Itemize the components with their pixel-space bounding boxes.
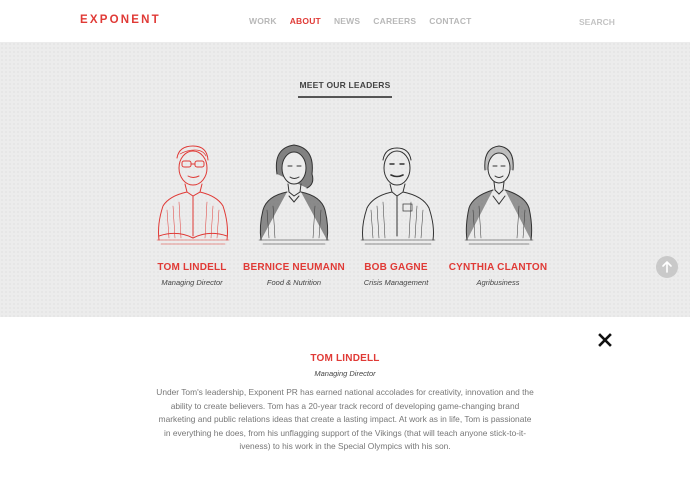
arrow-up-icon bbox=[662, 261, 672, 273]
nav-careers[interactable]: CAREERS bbox=[373, 16, 416, 26]
nav-contact[interactable]: CONTACT bbox=[429, 16, 471, 26]
leader-role: Agribusiness bbox=[476, 278, 520, 287]
leader-card-cynthia-clanton[interactable]: CYNTHIA CLANTON Agribusiness bbox=[438, 140, 558, 287]
portrait-tom-lindell bbox=[156, 145, 230, 245]
close-icon bbox=[598, 333, 612, 347]
site-header: EXPONENT WORK ABOUT NEWS CAREERS CONTACT… bbox=[0, 0, 690, 42]
section-title-underline bbox=[298, 96, 392, 98]
detail-bio: Under Tom's leadership, Exponent PR has … bbox=[156, 387, 534, 452]
nav-news[interactable]: NEWS bbox=[334, 16, 360, 26]
detail-role: Managing Director bbox=[314, 369, 376, 378]
portrait-cynthia-clanton bbox=[464, 145, 534, 245]
scroll-top-button[interactable] bbox=[656, 256, 678, 278]
section-title: MEET OUR LEADERS bbox=[299, 80, 391, 90]
search-link[interactable]: SEARCH bbox=[579, 17, 615, 27]
leader-name: CYNTHIA CLANTON bbox=[448, 262, 548, 273]
close-button[interactable] bbox=[598, 333, 612, 347]
portrait-bob-gagne bbox=[360, 147, 436, 245]
logo[interactable]: EXPONENT bbox=[80, 14, 161, 26]
nav-work[interactable]: WORK bbox=[249, 16, 277, 26]
nav-about[interactable]: ABOUT bbox=[290, 16, 321, 26]
detail-name: TOM LINDELL bbox=[310, 353, 380, 364]
main-nav: WORK ABOUT NEWS CAREERS CONTACT bbox=[249, 16, 485, 26]
portrait-bernice-neumann bbox=[258, 144, 330, 245]
